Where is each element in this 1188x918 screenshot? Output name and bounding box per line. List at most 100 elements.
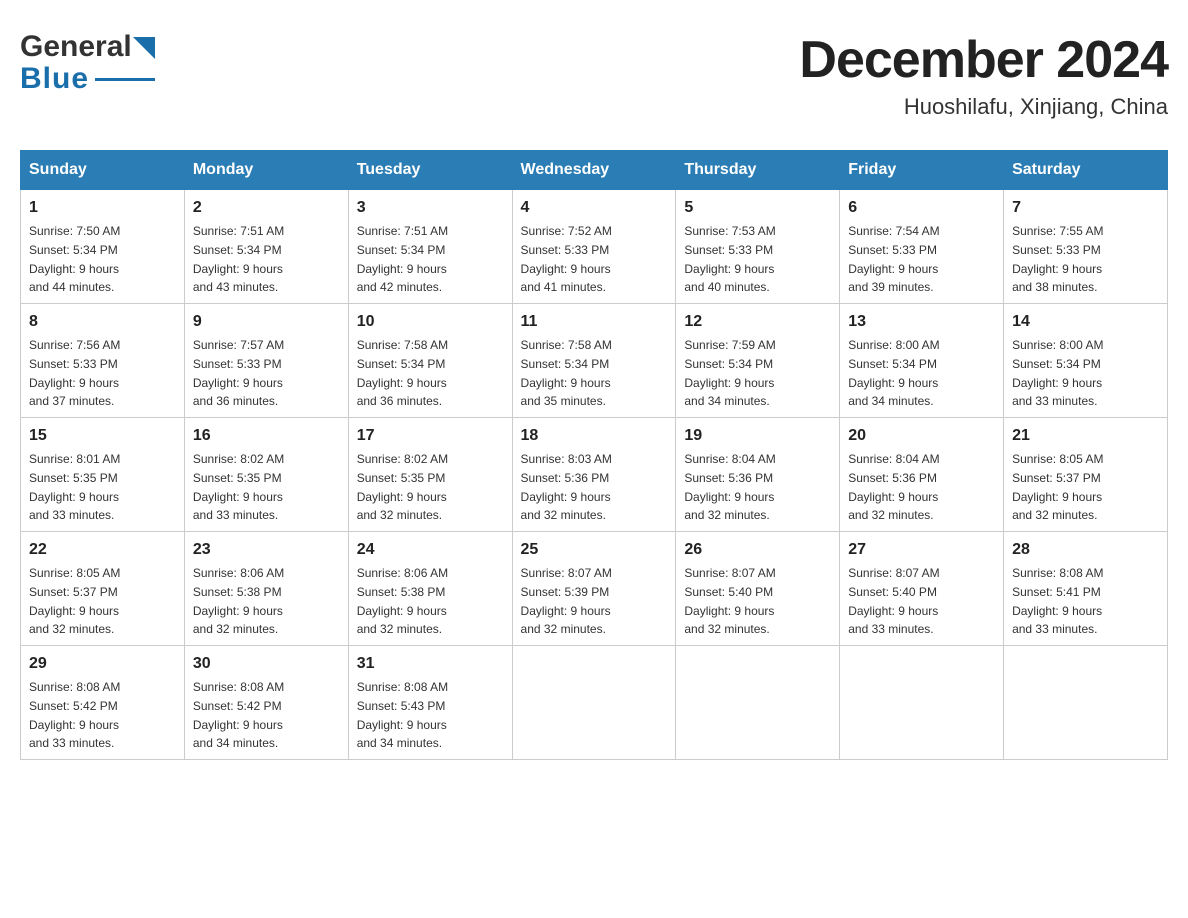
calendar-cell: 25Sunrise: 8:07 AMSunset: 5:39 PMDayligh… <box>512 532 676 646</box>
calendar-cell: 21 Sunrise: 8:05 AMSunset: 5:37 PMDayligh… <box>1004 418 1168 532</box>
day-number: 18 <box>521 424 668 448</box>
day-number: 7 <box>1012 196 1159 220</box>
day-info: Sunrise: 8:02 AMSunset: 5:35 PMDaylight:… <box>357 452 448 522</box>
page-header: General Blue December 2024 Huoshilafu, X… <box>20 20 1168 130</box>
calendar-cell: 30 Sunrise: 8:08 AMSunset: 5:42 PMDayligh… <box>184 646 348 760</box>
day-number: 11 <box>521 310 668 334</box>
day-number: 10 <box>357 310 504 334</box>
weekday-header: Tuesday <box>348 151 512 190</box>
calendar-cell: 24 Sunrise: 8:06 AMSunset: 5:38 PMDayligh… <box>348 532 512 646</box>
day-number: 21 <box>1012 424 1159 448</box>
day-info: Sunrise: 8:00 AMSunset: 5:34 PMDaylight:… <box>848 338 939 408</box>
day-info: Sunrise: 7:53 AMSunset: 5:33 PMDaylight:… <box>684 224 775 294</box>
weekday-header: Saturday <box>1004 151 1168 190</box>
day-number: 9 <box>193 310 340 334</box>
calendar-cell: 19 Sunrise: 8:04 AMSunset: 5:36 PMDayligh… <box>676 418 840 532</box>
day-number: 8 <box>29 310 176 334</box>
day-number: 5 <box>684 196 831 220</box>
day-number: 13 <box>848 310 995 334</box>
calendar-cell: 16 Sunrise: 8:02 AMSunset: 5:35 PMDayligh… <box>184 418 348 532</box>
calendar-cell: 26Sunrise: 8:07 AMSunset: 5:40 PMDayligh… <box>676 532 840 646</box>
day-info: Sunrise: 8:06 AMSunset: 5:38 PMDaylight:… <box>193 566 284 636</box>
day-info: Sunrise: 8:07 AMSunset: 5:40 PMDaylight:… <box>848 566 939 636</box>
day-number: 3 <box>357 196 504 220</box>
weekday-header: Sunday <box>21 151 185 190</box>
day-number: 6 <box>848 196 995 220</box>
calendar-cell: 20 Sunrise: 8:04 AMSunset: 5:36 PMDayligh… <box>840 418 1004 532</box>
day-info: Sunrise: 7:58 AMSunset: 5:34 PMDaylight:… <box>521 338 612 408</box>
day-number: 19 <box>684 424 831 448</box>
day-info: Sunrise: 8:06 AMSunset: 5:38 PMDaylight:… <box>357 566 448 636</box>
day-number: 31 <box>357 652 504 676</box>
day-info: Sunrise: 8:00 AMSunset: 5:34 PMDaylight:… <box>1012 338 1103 408</box>
day-number: 12 <box>684 310 831 334</box>
day-number: 16 <box>193 424 340 448</box>
day-info: Sunrise: 8:04 AMSunset: 5:36 PMDaylight:… <box>684 452 775 522</box>
calendar-cell: 10 Sunrise: 7:58 AMSunset: 5:34 PMDayligh… <box>348 304 512 418</box>
logo-triangle-icon <box>133 37 155 59</box>
day-info: Sunrise: 7:56 AMSunset: 5:33 PMDaylight:… <box>29 338 120 408</box>
calendar-table: SundayMondayTuesdayWednesdayThursdayFrid… <box>20 150 1168 760</box>
day-info: Sunrise: 7:52 AMSunset: 5:33 PMDaylight:… <box>521 224 612 294</box>
weekday-header: Monday <box>184 151 348 190</box>
day-info: Sunrise: 8:05 AMSunset: 5:37 PMDaylight:… <box>29 566 120 636</box>
calendar-cell: 23 Sunrise: 8:06 AMSunset: 5:38 PMDayligh… <box>184 532 348 646</box>
calendar-cell: 6Sunrise: 7:54 AMSunset: 5:33 PMDaylight… <box>840 190 1004 304</box>
day-info: Sunrise: 7:58 AMSunset: 5:34 PMDaylight:… <box>357 338 448 408</box>
day-number: 17 <box>357 424 504 448</box>
calendar-cell: 5 Sunrise: 7:53 AMSunset: 5:33 PMDaylight… <box>676 190 840 304</box>
day-number: 22 <box>29 538 176 562</box>
day-number: 25 <box>521 538 668 562</box>
day-info: Sunrise: 7:51 AMSunset: 5:34 PMDaylight:… <box>193 224 284 294</box>
day-info: Sunrise: 8:05 AMSunset: 5:37 PMDaylight:… <box>1012 452 1103 522</box>
calendar-cell: 31 Sunrise: 8:08 AMSunset: 5:43 PMDayligh… <box>348 646 512 760</box>
calendar-cell: 9 Sunrise: 7:57 AMSunset: 5:33 PMDaylight… <box>184 304 348 418</box>
calendar-cell: 28 Sunrise: 8:08 AMSunset: 5:41 PMDayligh… <box>1004 532 1168 646</box>
calendar-cell: 18 Sunrise: 8:03 AMSunset: 5:36 PMDayligh… <box>512 418 676 532</box>
calendar-cell: 14 Sunrise: 8:00 AMSunset: 5:34 PMDayligh… <box>1004 304 1168 418</box>
calendar-cell: 2 Sunrise: 7:51 AMSunset: 5:34 PMDaylight… <box>184 190 348 304</box>
day-number: 2 <box>193 196 340 220</box>
calendar-week-row: 1Sunrise: 7:50 AMSunset: 5:34 PMDaylight… <box>21 190 1168 304</box>
day-info: Sunrise: 8:04 AMSunset: 5:36 PMDaylight:… <box>848 452 939 522</box>
calendar-cell: 4 Sunrise: 7:52 AMSunset: 5:33 PMDaylight… <box>512 190 676 304</box>
calendar-cell: 7 Sunrise: 7:55 AMSunset: 5:33 PMDaylight… <box>1004 190 1168 304</box>
day-info: Sunrise: 8:02 AMSunset: 5:35 PMDaylight:… <box>193 452 284 522</box>
day-number: 30 <box>193 652 340 676</box>
calendar-cell: 11 Sunrise: 7:58 AMSunset: 5:34 PMDayligh… <box>512 304 676 418</box>
calendar-week-row: 29 Sunrise: 8:08 AMSunset: 5:42 PMDayligh… <box>21 646 1168 760</box>
day-number: 26 <box>684 538 831 562</box>
day-number: 14 <box>1012 310 1159 334</box>
day-info: Sunrise: 8:08 AMSunset: 5:41 PMDaylight:… <box>1012 566 1103 636</box>
day-info: Sunrise: 7:55 AMSunset: 5:33 PMDaylight:… <box>1012 224 1103 294</box>
calendar-cell: 13 Sunrise: 8:00 AMSunset: 5:34 PMDayligh… <box>840 304 1004 418</box>
day-number: 28 <box>1012 538 1159 562</box>
day-info: Sunrise: 8:08 AMSunset: 5:43 PMDaylight:… <box>357 680 448 750</box>
title-block: December 2024 Huoshilafu, Xinjiang, Chin… <box>799 30 1168 120</box>
calendar-cell: 29Sunrise: 8:08 AMSunset: 5:42 PMDayligh… <box>21 646 185 760</box>
day-info: Sunrise: 7:57 AMSunset: 5:33 PMDaylight:… <box>193 338 284 408</box>
calendar-cell: 27Sunrise: 8:07 AMSunset: 5:40 PMDayligh… <box>840 532 1004 646</box>
calendar-cell <box>512 646 676 760</box>
day-number: 23 <box>193 538 340 562</box>
day-number: 15 <box>29 424 176 448</box>
month-title: December 2024 <box>799 30 1168 90</box>
calendar-cell: 15Sunrise: 8:01 AMSunset: 5:35 PMDayligh… <box>21 418 185 532</box>
day-info: Sunrise: 7:50 AMSunset: 5:34 PMDaylight:… <box>29 224 120 294</box>
day-number: 4 <box>521 196 668 220</box>
day-info: Sunrise: 8:03 AMSunset: 5:36 PMDaylight:… <box>521 452 612 522</box>
calendar-week-row: 15Sunrise: 8:01 AMSunset: 5:35 PMDayligh… <box>21 418 1168 532</box>
day-number: 20 <box>848 424 995 448</box>
calendar-cell: 17 Sunrise: 8:02 AMSunset: 5:35 PMDayligh… <box>348 418 512 532</box>
day-number: 29 <box>29 652 176 676</box>
logo-blue: Blue <box>20 62 89 96</box>
day-info: Sunrise: 7:59 AMSunset: 5:34 PMDaylight:… <box>684 338 775 408</box>
calendar-cell: 22 Sunrise: 8:05 AMSunset: 5:37 PMDayligh… <box>21 532 185 646</box>
calendar-cell: 1Sunrise: 7:50 AMSunset: 5:34 PMDaylight… <box>21 190 185 304</box>
calendar-cell: 8 Sunrise: 7:56 AMSunset: 5:33 PMDaylight… <box>21 304 185 418</box>
day-info: Sunrise: 8:08 AMSunset: 5:42 PMDaylight:… <box>193 680 284 750</box>
day-number: 24 <box>357 538 504 562</box>
calendar-cell: 12 Sunrise: 7:59 AMSunset: 5:34 PMDayligh… <box>676 304 840 418</box>
calendar-week-row: 22 Sunrise: 8:05 AMSunset: 5:37 PMDayligh… <box>21 532 1168 646</box>
logo: General Blue <box>20 30 155 96</box>
